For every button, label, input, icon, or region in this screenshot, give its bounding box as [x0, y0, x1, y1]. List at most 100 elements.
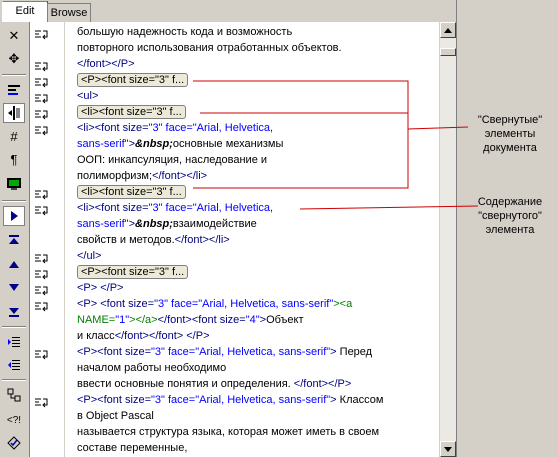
tab-browse-label: Browse	[50, 7, 88, 19]
code-text: &nbsp;	[135, 138, 173, 150]
code-line[interactable]: повторного использования отработанных об…	[77, 40, 342, 56]
annotation-line: Содержание	[477, 196, 543, 208]
close-icon[interactable]: ✕	[3, 26, 25, 46]
code-line[interactable]: ООП: инкапсуляция, наследование и	[77, 152, 267, 168]
goto-top-icon[interactable]	[3, 230, 25, 250]
code-line[interactable]: <P> <font size="3" face="Arial, Helvetic…	[77, 296, 352, 312]
paragraph-marker-icon	[34, 347, 50, 360]
indent-icon[interactable]	[3, 332, 25, 352]
code-line[interactable]: <P><font size="3" face="Arial, Helvetica…	[77, 344, 372, 360]
indent-markers-icon[interactable]	[3, 103, 25, 123]
code-line[interactable]: составе переменные,	[77, 440, 187, 456]
paragraph-marker-icon	[34, 299, 50, 312]
outdent-icon[interactable]	[3, 355, 25, 375]
paragraph-marker-icon	[34, 91, 50, 104]
code-text: </font></P>	[77, 58, 135, 70]
play-icon[interactable]	[3, 206, 25, 226]
goto-bottom-icon[interactable]	[3, 302, 25, 322]
code-text: <P> <font size=	[77, 298, 155, 310]
validate-icon[interactable]	[3, 433, 25, 453]
paragraph-marker-icon	[34, 123, 50, 136]
code-line[interactable]: и класс</font></font> </P>	[77, 328, 210, 344]
code-line[interactable]: <P> </P>	[77, 280, 123, 296]
link-icon[interactable]	[3, 385, 25, 405]
collapsed-element[interactable]: <P><font size="3" f...	[77, 265, 189, 279]
down-icon[interactable]	[3, 278, 25, 298]
monitor-icon[interactable]	[3, 174, 25, 194]
code-line[interactable]: </font></P>	[77, 56, 135, 72]
collapsed-element[interactable]: <P><font size="3" f...	[77, 73, 189, 87]
code-text: &nbsp;	[135, 218, 173, 230]
tab-bar: Edit Browse	[0, 0, 461, 23]
paragraph-icon[interactable]: ¶	[3, 149, 25, 169]
code-text: ввести основные понятия и определения.	[77, 378, 294, 390]
paragraph-marker-icon	[34, 283, 50, 296]
code-text: </font></P>	[293, 378, 352, 390]
line-gutter	[30, 22, 65, 457]
code-line[interactable]: началом работы необходимо	[77, 360, 226, 376]
toolbar-separator	[2, 379, 26, 381]
code-line[interactable]: NAME="1"></a></font><font size="4">Объек…	[77, 312, 304, 328]
code-text: большую надежность кода и возможность	[77, 26, 293, 38]
code-line[interactable]: <P><font size="3" f...	[77, 72, 189, 88]
code-line[interactable]: большую надежность кода и возможность	[77, 24, 292, 40]
code-line[interactable]: ввести основные понятия и определения. <…	[77, 376, 351, 392]
code-line[interactable]: <ul>	[77, 88, 98, 104]
paragraph-marker-icon	[34, 27, 50, 40]
scroll-down-button[interactable]	[440, 441, 456, 457]
move-icon[interactable]: ✥	[3, 49, 25, 69]
paragraph-marker-icon	[34, 267, 50, 280]
tab-edit-label: Edit	[15, 5, 35, 17]
hash-icon[interactable]: #	[3, 126, 25, 146]
code-text: NAME=	[77, 314, 116, 326]
code-line[interactable]: <li><font size="3" face="Arial, Helvetic…	[77, 120, 273, 136]
tag-icon[interactable]: <?!	[3, 410, 25, 430]
code-line[interactable]: <li><font size="3" f...	[77, 184, 186, 200]
code-text: <li><font size=	[77, 202, 149, 214]
vertical-scrollbar[interactable]	[439, 22, 457, 457]
code-text: "3" face="Arial, Helvetica, sans-serif"	[154, 298, 334, 310]
code-line[interactable]: sans-serif">&nbsp;основные механизмы	[77, 136, 283, 152]
code-text: </ul>	[77, 250, 102, 262]
code-line[interactable]: <li><font size="3" f...	[77, 104, 186, 120]
code-text: <P><font size=	[77, 394, 151, 406]
code-text: </font></font> </P>	[114, 330, 210, 342]
collapsed-element[interactable]: <li><font size="3" f...	[77, 185, 186, 199]
code-line[interactable]: в Object Pascal	[77, 408, 154, 424]
scroll-up-button[interactable]	[440, 22, 456, 38]
collapsed-element[interactable]: <li><font size="3" f...	[77, 105, 186, 119]
scroll-thumb[interactable]	[440, 48, 456, 56]
annotation-line: элемента	[485, 224, 535, 236]
side-toolbar: ✕ ✥ # ¶ <?!	[0, 22, 30, 457]
code-text: sans-serif"	[77, 138, 129, 150]
code-line[interactable]: свойств и методов.</font></li>	[77, 232, 230, 248]
paragraph-marker-icon	[34, 395, 50, 408]
code-line[interactable]: полиморфизм;</font></li>	[77, 168, 207, 184]
code-editor[interactable]: большую надежность кода и возможность по…	[65, 22, 439, 457]
editor-window: Edit Browse ✕ ✥ # ¶ <?! большую надежнос…	[0, 0, 462, 457]
code-line[interactable]: sans-serif">&nbsp;взаимодействие	[77, 216, 257, 232]
code-text: началом работы необходимо	[77, 362, 227, 374]
code-text: <P> </P>	[77, 282, 124, 294]
annotation-line: "свернутого"	[478, 210, 542, 222]
code-text: >	[330, 346, 340, 358]
code-line[interactable]: <li><font size="3" face="Arial, Helvetic…	[77, 200, 273, 216]
code-line[interactable]: <P><font size="3" face="Arial, Helvetica…	[77, 392, 383, 408]
up-icon[interactable]	[3, 254, 25, 274]
toolbar-separator	[2, 326, 26, 328]
word-wrap-icon[interactable]	[3, 80, 25, 100]
code-text: "3" face="Arial, Helvetica, sans-serif"	[151, 346, 331, 358]
code-line[interactable]: </ul>	[77, 248, 101, 264]
tab-edit[interactable]: Edit	[2, 1, 48, 23]
code-line[interactable]: называется структура языка, которая може…	[77, 424, 379, 440]
annotation-line: "Свернутые"	[477, 114, 543, 126]
paragraph-marker-icon	[34, 187, 50, 200]
code-text: составе переменные,	[77, 442, 188, 454]
code-text: >	[330, 394, 340, 406]
tab-browse[interactable]: Browse	[47, 3, 91, 22]
code-text: ></a>	[129, 314, 158, 326]
code-text: "4"	[245, 314, 260, 326]
code-line[interactable]: <P><font size="3" f...	[77, 264, 189, 280]
code-text: полиморфизм;	[77, 170, 153, 182]
toolbar-separator	[2, 200, 26, 202]
